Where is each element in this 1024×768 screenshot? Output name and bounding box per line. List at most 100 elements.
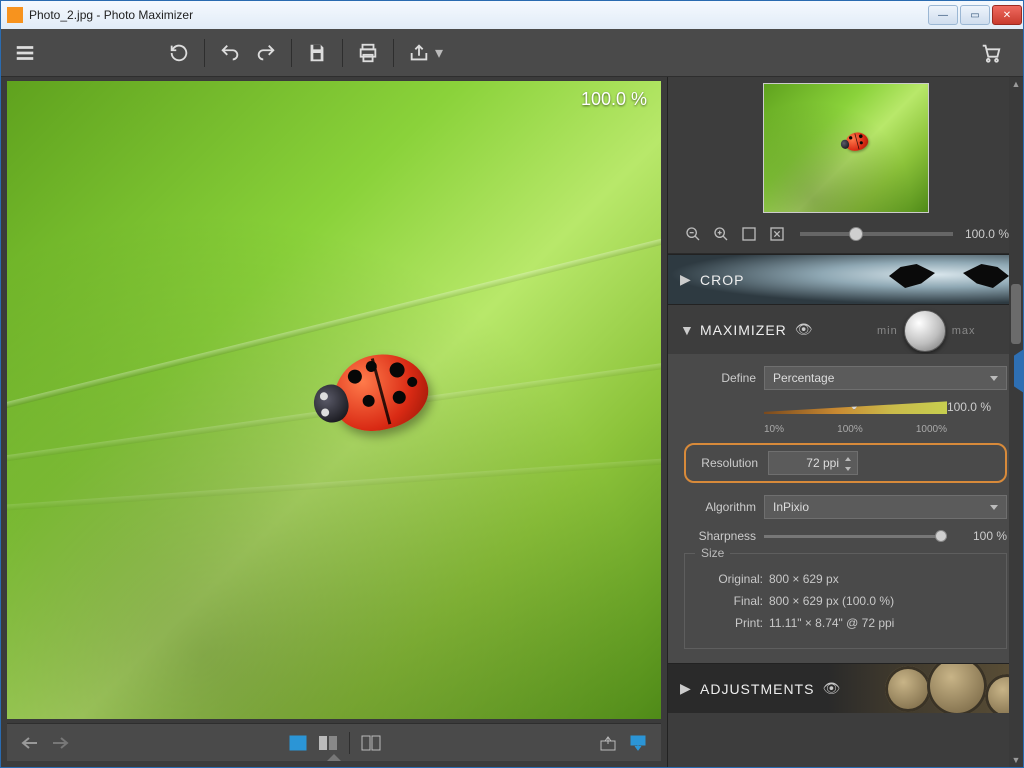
zoom-readout: 100.0 %: [581, 89, 647, 110]
expand-handle-icon[interactable]: [327, 754, 341, 761]
visibility-icon[interactable]: 👁: [822, 680, 841, 697]
titlebar[interactable]: Photo_2.jpg - Photo Maximizer — ▭ ✕: [1, 1, 1023, 29]
chevron-right-icon: ▶: [680, 271, 690, 288]
spinner-buttons: [841, 454, 855, 474]
app-body: ▾: [1, 29, 1023, 767]
share-button[interactable]: [405, 39, 433, 67]
toolbar-separator: [349, 732, 350, 754]
zoom-in-button[interactable]: [710, 223, 732, 245]
navigator-controls: 100.0 %: [668, 215, 1023, 254]
crop-title: CROP: [700, 272, 744, 288]
undo-button[interactable]: [216, 39, 244, 67]
redo-button[interactable]: [252, 39, 280, 67]
prev-button[interactable]: [18, 731, 42, 755]
final-label: Final:: [697, 594, 763, 608]
sharpness-label: Sharpness: [684, 529, 756, 543]
chevron-down-icon: ▼: [680, 322, 690, 338]
app-window: Photo_2.jpg - Photo Maximizer — ▭ ✕: [0, 0, 1024, 768]
cart-button[interactable]: [977, 39, 1005, 67]
sharpness-value: 100 %: [959, 529, 1007, 543]
menu-button[interactable]: [11, 39, 39, 67]
chevron-right-icon: ▶: [680, 680, 690, 697]
caret-down-icon: [990, 505, 998, 510]
original-value: 800 × 629 px: [769, 572, 839, 586]
panel-scrollbar[interactable]: ▲ ▼: [1009, 77, 1023, 767]
tick-1000: 1000%: [916, 424, 947, 435]
adjustments-title: ADJUSTMENTS: [700, 681, 814, 697]
resolution-label: Resolution: [696, 456, 758, 470]
scroll-down-icon[interactable]: ▼: [1009, 753, 1023, 767]
image-canvas[interactable]: 100.0 %: [7, 81, 661, 719]
next-button[interactable]: [48, 731, 72, 755]
sharpness-slider[interactable]: [764, 535, 947, 538]
import-button[interactable]: [626, 731, 650, 755]
define-select[interactable]: Percentage: [764, 366, 1007, 390]
reset-button[interactable]: [165, 39, 193, 67]
maximizer-art-icon: min max: [877, 310, 1007, 352]
slider-handle-icon[interactable]: [848, 394, 860, 410]
actual-size-button[interactable]: [766, 223, 788, 245]
visibility-icon[interactable]: 👁: [795, 321, 814, 338]
fit-screen-button[interactable]: [738, 223, 760, 245]
save-button[interactable]: [303, 39, 331, 67]
spin-up-button[interactable]: [841, 454, 855, 464]
maximize-button[interactable]: ▭: [960, 5, 990, 25]
slider-knob-icon[interactable]: [849, 227, 863, 241]
define-label: Define: [684, 371, 756, 385]
zoom-out-button[interactable]: [682, 223, 704, 245]
define-value: Percentage: [773, 371, 834, 385]
gear-icon: [885, 666, 931, 712]
algorithm-label: Algorithm: [684, 500, 756, 514]
spin-down-button[interactable]: [841, 464, 855, 474]
toolbar-separator: [342, 39, 343, 67]
flyout-tab[interactable]: [1014, 349, 1024, 393]
accordion-panels: ▶ CROP ▼ MAXIMIZER 👁 min max: [668, 254, 1023, 767]
export-button[interactable]: [596, 731, 620, 755]
minimize-button[interactable]: —: [928, 5, 958, 25]
min-label: min: [877, 325, 898, 337]
window-controls: — ▭ ✕: [927, 3, 1023, 27]
gear-icon: [927, 663, 987, 713]
tick-10: 10%: [764, 424, 784, 435]
maximizer-panel-body: Define Percentage 100.0 %: [668, 354, 1023, 663]
top-toolbar: ▾: [1, 29, 1023, 77]
scroll-up-icon[interactable]: ▲: [1009, 77, 1023, 91]
view-split-button[interactable]: [316, 731, 340, 755]
resolution-value: 72 ppi: [806, 456, 839, 470]
maximizer-panel-header[interactable]: ▼ MAXIMIZER 👁 min max: [668, 304, 1023, 354]
original-label: Original:: [697, 572, 763, 586]
view-single-button[interactable]: [286, 731, 310, 755]
scale-percent-label: 100.0 %: [947, 400, 991, 414]
crop-panel-header[interactable]: ▶ CROP: [668, 254, 1023, 304]
size-group: Size Original:800 × 629 px Final:800 × 6…: [684, 553, 1007, 649]
adjustments-panel-header[interactable]: ▶ ADJUSTMENTS 👁: [668, 663, 1023, 713]
photo-preview: [7, 81, 661, 719]
maximizer-title: MAXIMIZER: [700, 322, 787, 338]
compare-button[interactable]: [359, 731, 383, 755]
scale-ticks: 10% 100% 1000%: [764, 424, 947, 435]
algorithm-select[interactable]: InPixio: [764, 495, 1007, 519]
toolbar-separator: [393, 39, 394, 67]
print-button[interactable]: [354, 39, 382, 67]
size-title: Size: [695, 546, 730, 560]
final-value: 800 × 629 px (100.0 %): [769, 594, 894, 608]
resolution-input[interactable]: 72 ppi: [768, 451, 858, 475]
scale-slider[interactable]: [764, 400, 947, 414]
window-title: Photo_2.jpg - Photo Maximizer: [29, 8, 193, 22]
resolution-highlight: Resolution 72 ppi: [684, 443, 1007, 483]
close-button[interactable]: ✕: [992, 5, 1022, 25]
left-column: 100.0 %: [1, 77, 667, 767]
zoom-slider[interactable]: [800, 232, 953, 236]
toolbar-separator: [291, 39, 292, 67]
crop-art-icon: [889, 261, 1009, 301]
bottom-toolbar: [7, 723, 661, 761]
slider-knob-icon[interactable]: [935, 530, 947, 542]
right-panel: 100.0 % ▶ CROP ▼ MAXIMIZER 👁: [667, 77, 1023, 767]
max-label: max: [952, 325, 976, 337]
navigator-thumbnail[interactable]: [763, 83, 929, 213]
main-row: 100.0 %: [1, 77, 1023, 767]
toolbar-separator: [204, 39, 205, 67]
scrollbar-thumb[interactable]: [1011, 284, 1021, 344]
navigator: [668, 77, 1023, 215]
dial-icon: [904, 310, 946, 352]
